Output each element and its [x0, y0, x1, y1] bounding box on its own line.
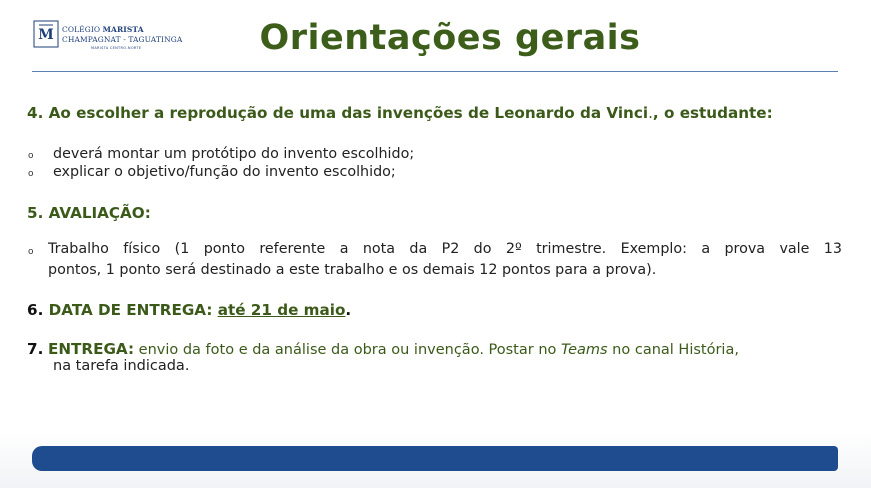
evaluation-line-1: Trabalho físico (1 ponto referente a not… — [48, 241, 842, 257]
title-divider — [32, 71, 838, 72]
logo-text-line1: COLÉGIO MARISTA — [62, 25, 144, 34]
school-logo: M COLÉGIO MARISTA CHAMPAGNAT - TAGUATING… — [33, 19, 183, 53]
list-item: deverá montar um protótipo do invento es… — [53, 146, 415, 162]
section-6-heading: 6. DATA DE ENTREGA: até 21 de maio. — [27, 301, 352, 319]
marist-monogram-icon: M — [33, 20, 59, 48]
logo-text-line2: CHAMPAGNAT - TAGUATINGA — [62, 35, 183, 44]
section-7-line-1: 7. ENTREGA: envio da foto e da análise d… — [27, 340, 739, 358]
bullet-marker: o — [28, 247, 34, 257]
footer-bar — [32, 446, 838, 471]
logo-text-line3: MARISTA CENTRO-NORTE — [91, 46, 142, 50]
svg-text:M: M — [38, 27, 54, 43]
section-5-heading: 5. AVALIAÇÃO: — [27, 204, 151, 222]
slide-title: Orientações gerais — [259, 18, 641, 58]
evaluation-line-2: pontos, 1 ponto será destinado a este tr… — [48, 262, 657, 278]
slide: M COLÉGIO MARISTA CHAMPAGNAT - TAGUATING… — [0, 0, 871, 488]
bullet-marker: o — [28, 169, 34, 179]
bullet-marker: o — [28, 151, 34, 161]
list-item: explicar o objetivo/função do invento es… — [53, 164, 396, 180]
section-4-heading: 4. Ao escolher a reprodução de uma das i… — [27, 104, 773, 122]
due-date: até 21 de maio — [217, 301, 346, 319]
section-7-line-2: na tarefa indicada. — [53, 358, 190, 374]
